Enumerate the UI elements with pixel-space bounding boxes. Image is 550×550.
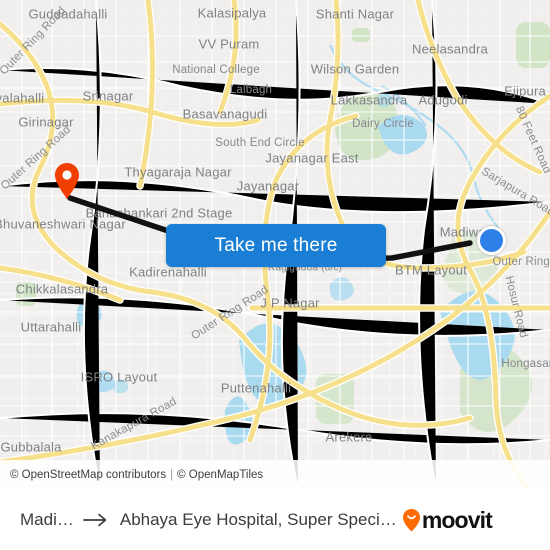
osm-attribution-link[interactable]: © OpenStreetMap contributors [10, 469, 166, 481]
destination-dot-icon[interactable] [477, 226, 506, 255]
moovit-trip-screen: Guddadahalli Kalasipalya Shanti Nagar VV Pu… [0, 0, 550, 550]
take-me-there-button[interactable]: Take me there [166, 224, 386, 267]
moovit-wordmark: moovit [421, 506, 493, 533]
attribution-separator: | [170, 468, 174, 481]
trip-destination-label: Abhaya Eye Hospital, Super Speciality Ey… [119, 510, 402, 529]
trip-summary-bar: Madi… Abhaya Eye Hospital, Super Special… [0, 489, 550, 550]
arrow-right-icon [83, 513, 109, 527]
trip-origin-label: Madi… [20, 510, 74, 529]
moovit-pin-icon [402, 508, 421, 532]
origin-pin-icon[interactable] [54, 162, 80, 200]
map-canvas[interactable]: Guddadahalli Kalasipalya Shanti Nagar VV Pu… [0, 0, 550, 489]
openmaptiles-attribution-link[interactable]: © OpenMapTiles [177, 469, 263, 481]
map-attribution: © OpenStreetMap contributors | © OpenMap… [0, 460, 550, 489]
moovit-logo[interactable]: moovit [402, 506, 493, 534]
